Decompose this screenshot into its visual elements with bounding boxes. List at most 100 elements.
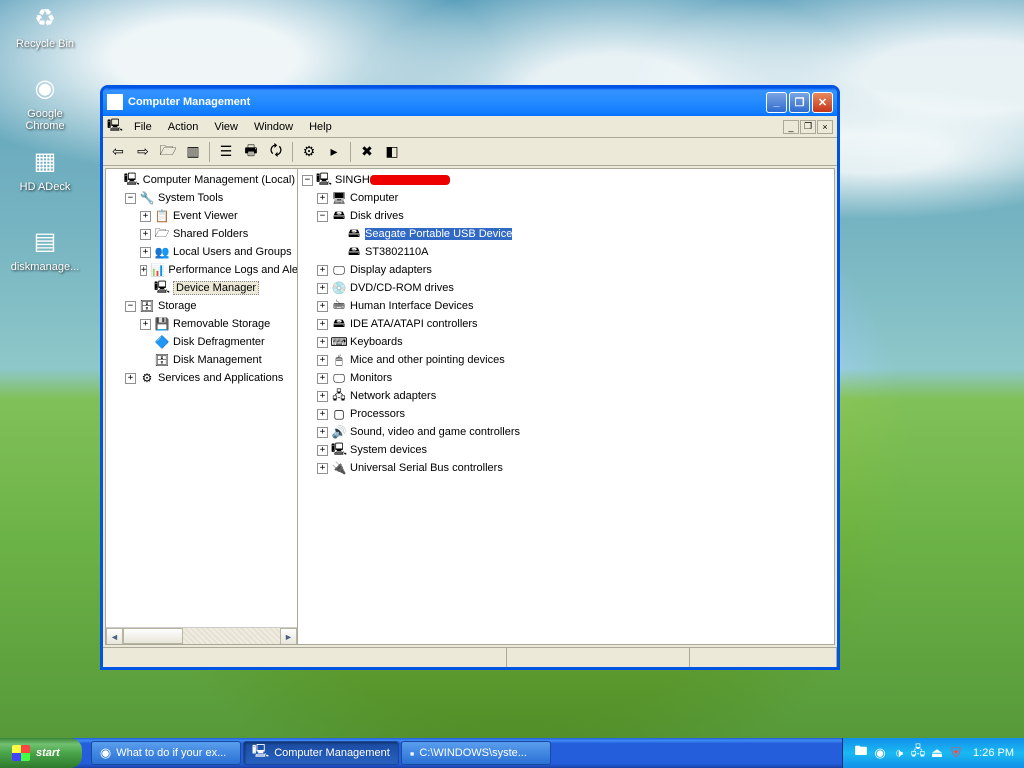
menu-help[interactable]: Help [301, 119, 340, 135]
tree-expander[interactable]: + [317, 355, 328, 366]
tree-expander[interactable]: + [140, 247, 151, 258]
tray-shield-icon[interactable]: ⛨ [948, 745, 964, 761]
menu-window[interactable]: Window [246, 119, 301, 135]
horizontal-scrollbar[interactable]: ◄ ► [106, 627, 297, 644]
toolbar-enable-button[interactable]: ▸ [323, 141, 345, 163]
tree-expander[interactable]: − [302, 175, 313, 186]
tree-event-viewer[interactable]: +📋Event Viewer [108, 207, 295, 225]
tree-device-manager[interactable]: 🖳Device Manager [108, 279, 295, 297]
desktop-icon-google-chrome[interactable]: ◉Google Chrome [10, 72, 80, 132]
taskbar-cmd-task[interactable]: ▪C:\WINDOWS\syste... [401, 741, 551, 765]
tree-local-users-and-groups[interactable]: +👥Local Users and Groups [108, 243, 295, 261]
tree-expander[interactable]: + [140, 229, 151, 240]
device-category-sound-video-and-game-controllers[interactable]: +🔊Sound, video and game controllers [300, 423, 832, 441]
taskbar-chrome-task[interactable]: ◉What to do if your ex... [91, 741, 241, 765]
tree-shared-folders[interactable]: +🗁Shared Folders [108, 225, 295, 243]
toolbar-print-button[interactable]: 🖶 [240, 141, 262, 163]
toolbar-up-button[interactable]: 🗁 [157, 141, 179, 163]
tree-expander[interactable]: + [140, 211, 151, 222]
toolbar-back-button[interactable]: ⇦ [107, 141, 129, 163]
tree-expander[interactable]: + [317, 391, 328, 402]
device-disk-0[interactable]: 🖴Seagate Portable USB Device [300, 225, 832, 243]
device-category-ide-ata-atapi-controllers[interactable]: +🖴IDE ATA/ATAPI controllers [300, 315, 832, 333]
desktop-icon-recycle-bin[interactable]: ♻Recycle Bin [10, 2, 80, 50]
mmc-icon: 🖳 [107, 119, 123, 135]
close-button[interactable]: ✕ [812, 92, 833, 113]
minimize-button[interactable]: _ [766, 92, 787, 113]
device-computer[interactable]: +🖥Computer [300, 189, 832, 207]
tree-expander[interactable]: + [317, 445, 328, 456]
tray-safely-remove-icon[interactable]: ⏏ [929, 745, 945, 761]
device-root[interactable]: −🖳SINGH [300, 171, 832, 189]
tree-expander[interactable]: − [125, 193, 136, 204]
desktop-icon-hd-adeck[interactable]: ▦HD ADeck [10, 145, 80, 193]
device-category-human-interface-devices[interactable]: +🖮Human Interface Devices [300, 297, 832, 315]
toolbar-refresh-button[interactable]: 🗘 [265, 141, 287, 163]
device-category-keyboards[interactable]: +⌨Keyboards [300, 333, 832, 351]
desktop-icon-diskmanagement[interactable]: ▤diskmanage... [10, 225, 80, 273]
tree-services[interactable]: +⚙Services and Applications [108, 369, 295, 387]
desktop[interactable]: ♻Recycle Bin ◉Google Chrome ▦HD ADeck ▤disk… [0, 0, 1024, 768]
tree-expander[interactable]: + [317, 283, 328, 294]
device-category-system-devices[interactable]: +🖳System devices [300, 441, 832, 459]
toolbar-properties-button[interactable]: ☰ [215, 141, 237, 163]
tree-disk-defragmenter[interactable]: 🔷Disk Defragmenter [108, 333, 295, 351]
toolbar-forward-button[interactable]: ⇨ [132, 141, 154, 163]
tree-system-tools[interactable]: −🔧System Tools [108, 189, 295, 207]
tree-expander[interactable]: + [317, 463, 328, 474]
tree-expander[interactable]: + [317, 337, 328, 348]
toolbar-scan-button[interactable]: ⚙ [298, 141, 320, 163]
console-tree-pane[interactable]: 🖳Computer Management (Local)−🔧System Too… [106, 169, 298, 644]
toolbar-show-hide-button[interactable]: ▥ [182, 141, 204, 163]
tree-expander[interactable]: + [140, 265, 147, 276]
toolbar-uninstall-button[interactable]: ✖ [356, 141, 378, 163]
device-manager-pane[interactable]: −🖳SINGH+🖥Computer−🖴Disk drives🖴Seagate P… [298, 169, 834, 644]
clock[interactable]: 1:26 PM [973, 747, 1014, 759]
tree-removable-storage[interactable]: +💾Removable Storage [108, 315, 295, 333]
maximize-button[interactable]: ❐ [789, 92, 810, 113]
tree-expander[interactable]: + [317, 301, 328, 312]
tree-expander[interactable]: + [317, 409, 328, 420]
scroll-thumb[interactable] [123, 628, 183, 644]
tree-expander[interactable]: − [317, 211, 328, 222]
device-disk-1[interactable]: 🖴ST3802110A [300, 243, 832, 261]
tray-volume-icon[interactable]: 🕩 [891, 745, 907, 761]
device-category-network-adapters[interactable]: +🖧Network adapters [300, 387, 832, 405]
content-area: 🖳Computer Management (Local)−🔧System Too… [105, 168, 835, 645]
tree-expander[interactable]: + [317, 193, 328, 204]
tree-storage[interactable]: −🗄Storage [108, 297, 295, 315]
device-category-display-adapters[interactable]: +🖵Display adapters [300, 261, 832, 279]
tray-network-icon[interactable]: 🖧 [910, 745, 926, 761]
tree-expander[interactable]: + [317, 427, 328, 438]
toolbar-update-button[interactable]: ◧ [381, 141, 403, 163]
menu-view[interactable]: View [206, 119, 246, 135]
scroll-right-button[interactable]: ► [280, 628, 297, 644]
start-button[interactable]: start [0, 738, 82, 768]
tree-expander[interactable]: + [140, 319, 151, 330]
tray-lang-icon[interactable]: 🖿 [853, 745, 869, 761]
mdi-close[interactable]: × [817, 120, 833, 134]
menu-action[interactable]: Action [160, 119, 207, 135]
device-category-processors[interactable]: +▢Processors [300, 405, 832, 423]
tree-expander[interactable]: − [125, 301, 136, 312]
tree-expander[interactable]: + [317, 373, 328, 384]
tree-expander[interactable]: + [125, 373, 136, 384]
device-category-universal-serial-bus-controllers[interactable]: +🔌Universal Serial Bus controllers [300, 459, 832, 477]
device-category-monitors[interactable]: +🖵Monitors [300, 369, 832, 387]
mdi-minimize[interactable]: _ [783, 120, 799, 134]
tree-disk-management[interactable]: 🗄Disk Management [108, 351, 295, 369]
tree-root[interactable]: 🖳Computer Management (Local) [108, 171, 295, 189]
titlebar[interactable]: 🖳 Computer Management _ ❐ ✕ [103, 88, 837, 116]
tray-chrome-icon[interactable]: ◉ [872, 745, 888, 761]
taskbar-compmgmt-task[interactable]: 🖳Computer Management [243, 741, 399, 765]
mdi-restore[interactable]: ❐ [800, 120, 816, 134]
menu-file[interactable]: File [126, 119, 160, 135]
scroll-left-button[interactable]: ◄ [106, 628, 123, 644]
system-tray[interactable]: 🖿 ◉ 🕩 🖧 ⏏ ⛨ 1:26 PM [842, 738, 1024, 768]
tree-performance-logs-and-alerts[interactable]: +📊Performance Logs and Alerts [108, 261, 295, 279]
device-disk-drives[interactable]: −🖴Disk drives [300, 207, 832, 225]
tree-expander[interactable]: + [317, 319, 328, 330]
device-category-dvd-cd-rom-drives[interactable]: +💿DVD/CD-ROM drives [300, 279, 832, 297]
tree-expander[interactable]: + [317, 265, 328, 276]
device-category-mice-and-other-pointing-devices[interactable]: +🖱Mice and other pointing devices [300, 351, 832, 369]
